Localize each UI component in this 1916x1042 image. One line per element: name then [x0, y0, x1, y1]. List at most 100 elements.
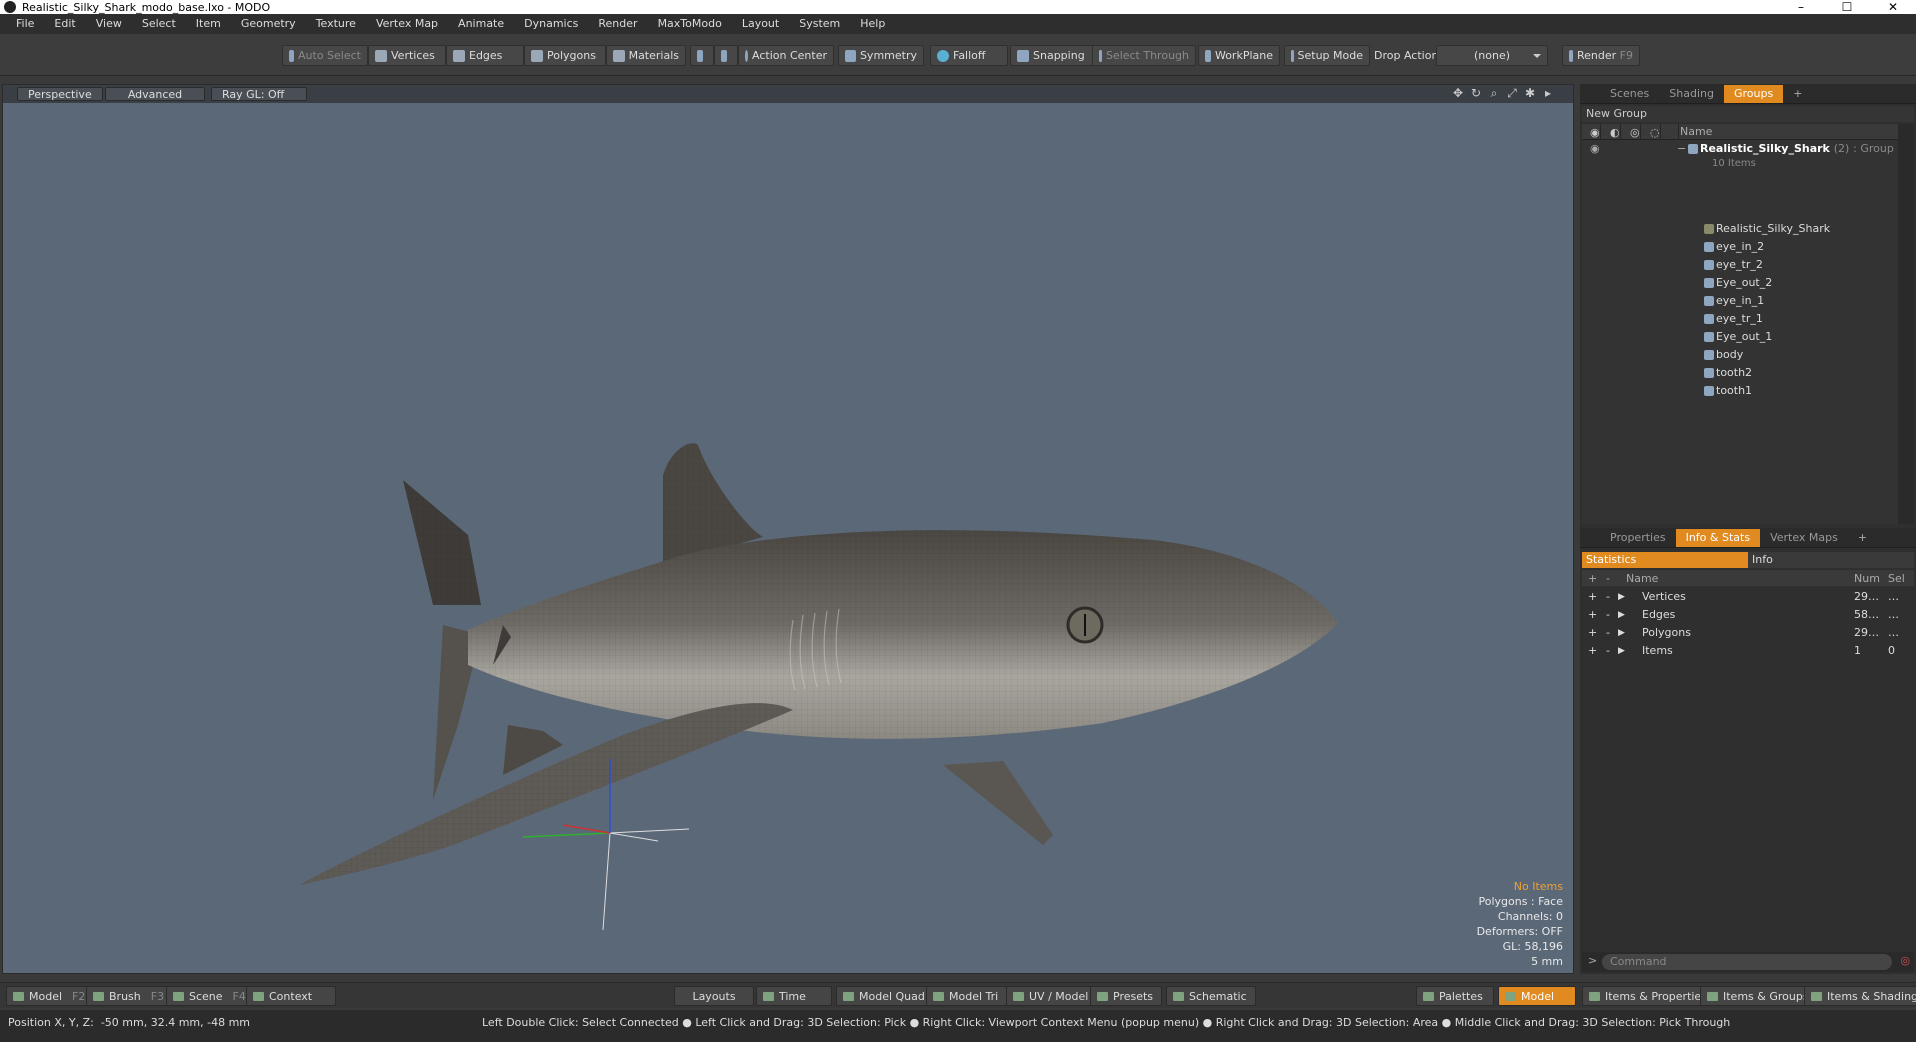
name-column-header[interactable]: Name [1680, 124, 1712, 140]
auto-select-button[interactable]: Auto Select [282, 45, 368, 66]
select-mode-button-b[interactable] [714, 45, 738, 66]
snapping-button[interactable]: Snapping [1010, 45, 1094, 66]
stats-row[interactable]: + - ▶ Vertices 29… … [1582, 588, 1914, 606]
list-item[interactable]: eye_in_2 [1582, 238, 1898, 256]
window-title: Realistic_Silky_Shark_modo_base.lxo - MO… [22, 0, 271, 14]
menu-maxtomodo[interactable]: MaxToModo [648, 14, 732, 34]
render-column-icon[interactable]: ◐ [1610, 126, 1620, 139]
list-item[interactable]: tooth1 [1582, 382, 1898, 400]
info-stats-panel: Properties Info & Stats Vertex Maps + St… [1580, 528, 1916, 974]
command-input[interactable]: Command [1602, 954, 1892, 970]
items-shading-button[interactable]: Items & Shading [1804, 986, 1916, 1006]
items-properties-button[interactable]: Items & Properties [1582, 986, 1716, 1006]
context-layout-button[interactable]: Context [246, 986, 336, 1006]
polygons-button[interactable]: Polygons [524, 45, 606, 66]
menu-help[interactable]: Help [850, 14, 895, 34]
menu-dynamics[interactable]: Dynamics [514, 14, 588, 34]
menu-file[interactable]: File [6, 14, 44, 34]
tab-properties[interactable]: Properties [1600, 529, 1676, 547]
shield-icon [697, 49, 703, 62]
presets-button[interactable]: Presets [1090, 986, 1163, 1006]
menu-texture[interactable]: Texture [306, 14, 366, 34]
menu-item[interactable]: Item [186, 14, 231, 34]
collapse-icon[interactable]: − [1677, 140, 1686, 158]
layouts-button[interactable]: Layouts [674, 986, 754, 1006]
stats-row[interactable]: + - ▶ Edges 58… … [1582, 606, 1914, 624]
model-tri-button[interactable]: Model Tri [926, 986, 1008, 1006]
list-item[interactable]: eye_tr_1 [1582, 310, 1898, 328]
list-item[interactable]: body [1582, 346, 1898, 364]
lock-column-icon[interactable]: ◎ [1630, 126, 1640, 139]
action-center-button[interactable]: Action Center [738, 45, 834, 66]
visibility-eye-icon[interactable]: ◉ [1590, 140, 1600, 158]
tab-vertex-maps[interactable]: Vertex Maps [1760, 529, 1848, 547]
setup-mode-button[interactable]: Setup Mode [1284, 45, 1370, 66]
menu-geometry[interactable]: Geometry [231, 14, 306, 34]
menu-layout[interactable]: Layout [732, 14, 789, 34]
layout-bar: Model F2 Brush F3 Scene F4 Context Layouts … [0, 982, 1916, 1008]
selection-status: No Items [1513, 880, 1563, 893]
stats-row[interactable]: + - ▶ Polygons 29… … [1582, 624, 1914, 642]
uv-model-button[interactable]: UV / Model [1006, 986, 1098, 1006]
list-item[interactable]: eye_tr_2 [1582, 256, 1898, 274]
new-group-button[interactable]: New Group [1582, 106, 1914, 122]
group-row[interactable]: ◉ − Realistic_Silky_Shark (2) : Group [1582, 140, 1898, 158]
model-quad-button[interactable]: Model Quad [836, 986, 934, 1006]
materials-button[interactable]: Materials [606, 45, 686, 66]
expand-all-icon[interactable]: + [1588, 572, 1597, 585]
collapse-all-icon[interactable]: - [1606, 572, 1610, 585]
list-item[interactable]: Eye_out_2 [1582, 274, 1898, 292]
tab-statistics[interactable]: Statistics [1582, 552, 1748, 568]
menu-animate[interactable]: Animate [448, 14, 514, 34]
select-mode-button-a[interactable] [690, 45, 714, 66]
3d-viewport[interactable]: Perspective Advanced Ray GL: Off ✥ ↻ ⌕ ⤢… [2, 84, 1574, 974]
menu-edit[interactable]: Edit [44, 14, 85, 34]
position-readout: Position X, Y, Z: -50 mm, 32.4 mm, -48 m… [8, 1016, 251, 1029]
list-item[interactable]: Eye_out_1 [1582, 328, 1898, 346]
model-layout-button[interactable]: Model F2 [6, 986, 95, 1006]
add-tab-icon[interactable]: + [1848, 529, 1877, 547]
schematic-button[interactable]: Schematic [1166, 986, 1256, 1006]
maximize-button[interactable]: ☐ [1824, 0, 1870, 14]
close-button[interactable]: ✕ [1870, 0, 1916, 14]
model-active-button[interactable]: Model [1498, 986, 1576, 1006]
edges-button[interactable]: Edges [446, 45, 524, 66]
list-item[interactable]: eye_in_1 [1582, 292, 1898, 310]
workplane-button[interactable]: WorkPlane [1198, 45, 1280, 66]
list-item[interactable]: Realistic_Silky_Shark [1582, 220, 1898, 238]
vertices-button[interactable]: Vertices [368, 45, 446, 66]
menu-select[interactable]: Select [132, 14, 186, 34]
tab-groups[interactable]: Groups [1723, 85, 1784, 103]
record-icon[interactable]: ◎ [1900, 954, 1910, 967]
list-item[interactable]: tooth2 [1582, 364, 1898, 382]
drop-action-dropdown[interactable]: (none) [1436, 45, 1548, 66]
time-button[interactable]: Time [756, 986, 832, 1006]
items-groups-button[interactable]: Items & Groups [1700, 986, 1818, 1006]
tab-shading[interactable]: Shading [1659, 85, 1724, 103]
menu-system[interactable]: System [789, 14, 850, 34]
visibility-column-icon[interactable]: ◉ [1590, 126, 1600, 139]
stats-num-header: Num [1854, 572, 1880, 585]
render-button[interactable]: Render F9 [1562, 45, 1640, 66]
scene-layout-button[interactable]: Scene F4 [166, 986, 255, 1006]
select-through-button[interactable]: Select Through [1092, 45, 1196, 66]
tab-scenes[interactable]: Scenes [1600, 85, 1659, 103]
add-tab-icon[interactable]: + [1783, 85, 1812, 103]
brush-layout-button[interactable]: Brush F3 [86, 986, 174, 1006]
groups-scrollbar[interactable] [1898, 124, 1914, 524]
menu-vertex-map[interactable]: Vertex Map [366, 14, 448, 34]
minimize-button[interactable]: – [1778, 0, 1824, 14]
menu-render[interactable]: Render [588, 14, 647, 34]
falloff-button[interactable]: Falloff [930, 45, 1008, 66]
symmetry-button[interactable]: Symmetry [838, 45, 924, 66]
select-column-icon[interactable]: ◌ [1650, 126, 1660, 139]
menu-view[interactable]: View [86, 14, 132, 34]
palettes-button[interactable]: Palettes [1416, 986, 1494, 1006]
render-icon [1569, 49, 1573, 62]
mouse-hint-text: Left Double Click: Select Connected ● Le… [482, 1016, 1731, 1029]
stats-row[interactable]: + - ▶ Items 1 0 [1582, 642, 1914, 660]
scene-tabs: Scenes Shading Groups + [1580, 84, 1916, 104]
tab-info[interactable]: Info [1748, 552, 1914, 568]
shark-model[interactable] [299, 443, 1338, 885]
tab-info-stats[interactable]: Info & Stats [1675, 529, 1761, 547]
